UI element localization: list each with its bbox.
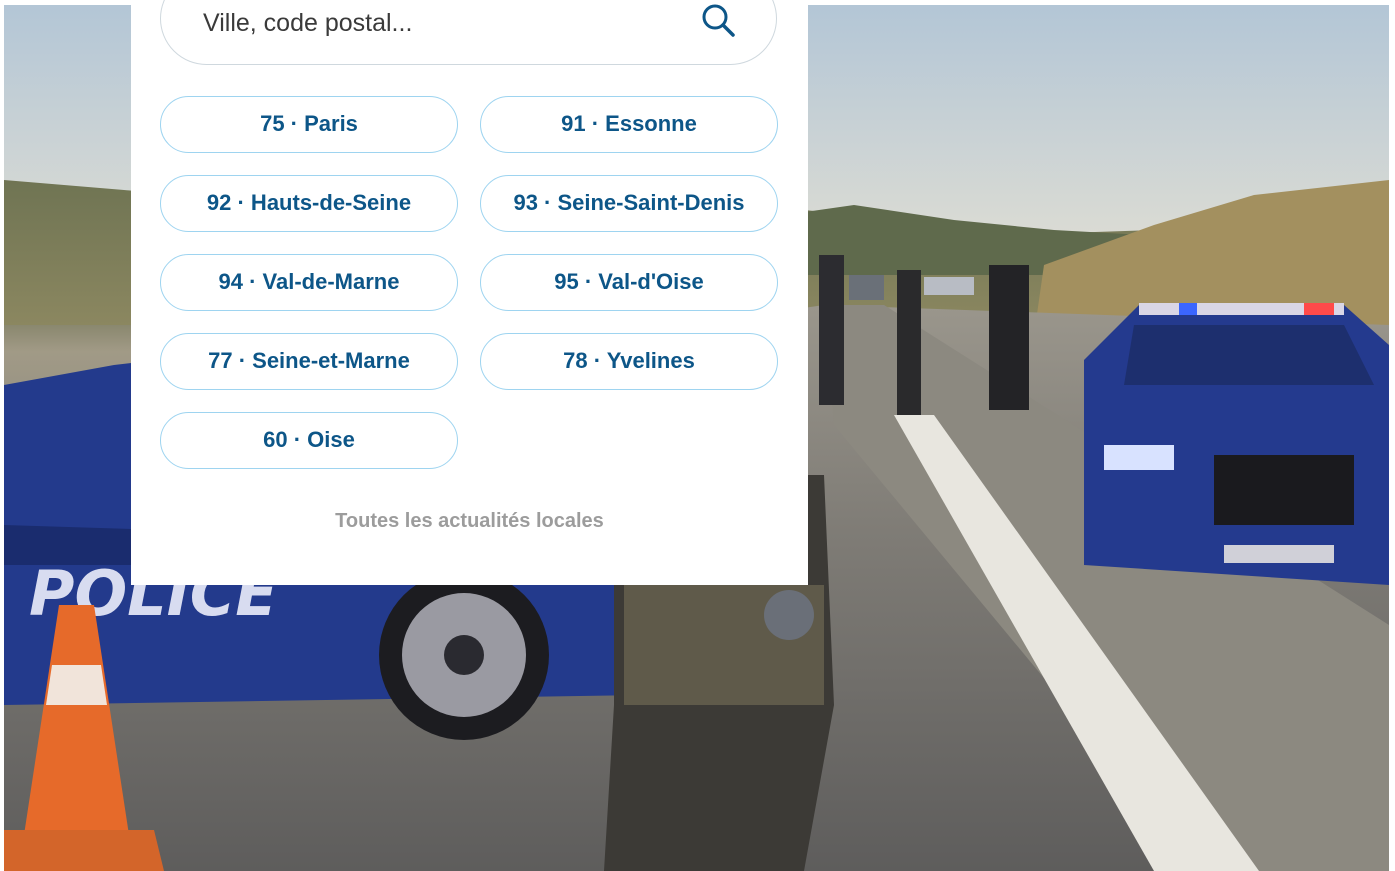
- search-icon[interactable]: [699, 1, 739, 41]
- department-button-78[interactable]: 78 · Yvelines: [480, 333, 778, 390]
- all-local-news-link[interactable]: Toutes les actualités locales: [131, 510, 808, 533]
- search-bar: [160, 0, 777, 65]
- location-panel: 75 · Paris 91 · Essonne 92 · Hauts-de-Se…: [131, 0, 808, 585]
- department-button-77[interactable]: 77 · Seine-et-Marne: [160, 333, 458, 390]
- page: POLICE Ville, code postal... 75 · Paris …: [0, 0, 1395, 871]
- search-input[interactable]: [203, 3, 673, 43]
- department-button-60[interactable]: 60 · Oise: [160, 412, 458, 469]
- department-button-94[interactable]: 94 · Val-de-Marne: [160, 254, 458, 311]
- department-button-95[interactable]: 95 · Val-d'Oise: [480, 254, 778, 311]
- department-button-93[interactable]: 93 · Seine-Saint-Denis: [480, 175, 778, 232]
- department-button-91[interactable]: 91 · Essonne: [480, 96, 778, 153]
- department-button-92[interactable]: 92 · Hauts-de-Seine: [160, 175, 458, 232]
- department-button-75[interactable]: 75 · Paris: [160, 96, 458, 153]
